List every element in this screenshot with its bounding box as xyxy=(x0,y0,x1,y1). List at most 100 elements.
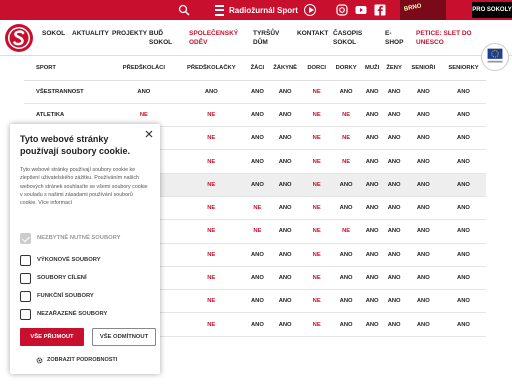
availability-cell: ANO xyxy=(267,149,303,174)
availability-cell: NE xyxy=(175,196,248,221)
availability-cell: ANO xyxy=(405,103,441,128)
availability-cell: ANO xyxy=(330,80,362,104)
gear-icon xyxy=(36,357,43,363)
cookie-option-necessary: NEZBYTNĚ NUTNÉ SOUBORY xyxy=(20,232,121,244)
checkbox[interactable] xyxy=(20,254,31,266)
slet-banner[interactable]: BRNO xyxy=(400,0,446,20)
availability-cell: NE xyxy=(302,173,331,197)
availability-cell: NE xyxy=(247,219,268,244)
availability-cell: NE xyxy=(330,219,362,244)
availability-cell: ANO xyxy=(405,243,441,267)
availability-cell: ANO xyxy=(440,266,486,291)
availability-cell: ANO xyxy=(247,312,268,337)
availability-cell: ANO xyxy=(382,149,406,174)
availability-cell: ANO xyxy=(267,266,303,291)
availability-cell: ANO xyxy=(247,80,268,104)
sport-name-cell: VŠESTRANNOST xyxy=(24,80,113,104)
availability-cell: NE xyxy=(302,312,331,337)
cookie-option-targeting[interactable]: SOUBORY CÍLENÍ xyxy=(20,272,87,284)
nav-item-kontakt[interactable]: KONTAKT xyxy=(297,29,328,38)
decline-all-button[interactable]: VŠE ODMÍTNOUT xyxy=(92,328,156,346)
availability-cell: NE xyxy=(330,149,362,174)
sokol-logo[interactable] xyxy=(4,23,34,53)
nav-item-projekty[interactable]: PROJEKTY xyxy=(112,29,147,38)
cookie-option-unclassified[interactable]: NEZAŘAZENÉ SOUBORY xyxy=(20,308,107,320)
availability-cell: ANO xyxy=(267,80,303,104)
availability-cell: NE xyxy=(302,219,331,244)
availability-cell: ANO xyxy=(405,289,441,314)
availability-cell: ANO xyxy=(175,80,248,104)
availability-cell: NE xyxy=(302,243,331,267)
availability-cell: ANO xyxy=(330,173,362,197)
availability-cell: ANO xyxy=(330,312,362,337)
column-header: MUŽI xyxy=(361,56,383,81)
column-header: ŽENY xyxy=(382,56,406,81)
nav-item-casopis-sokol[interactable]: ČASOPIS SOKOL xyxy=(333,29,362,47)
availability-cell: ANO xyxy=(112,80,176,104)
availability-cell: ANO xyxy=(247,243,268,267)
availability-cell: ANO xyxy=(440,126,486,151)
availability-cell: NE xyxy=(175,126,248,151)
availability-cell: ANO xyxy=(247,173,268,197)
cookie-dialog: Tyto webové stránky používají soubory co… xyxy=(10,124,160,374)
availability-cell: ANO xyxy=(361,149,383,174)
checkbox[interactable] xyxy=(20,308,31,320)
nav-item-tyrsuv-dum[interactable]: TYRŠŮV DŮM xyxy=(253,29,279,47)
show-details-link[interactable]: ZOBRAZIT PODROBNOSTI xyxy=(36,355,117,365)
availability-cell: ANO xyxy=(405,219,441,244)
cookie-option-performance[interactable]: VÝKONOVÉ SOUBORY xyxy=(20,254,101,266)
availability-cell: ANO xyxy=(267,243,303,267)
facebook-icon[interactable] xyxy=(374,4,386,16)
availability-cell: ANO xyxy=(405,196,441,221)
availability-cell: NE xyxy=(175,243,248,267)
availability-cell: NE xyxy=(175,149,248,174)
nav-item-aktuality[interactable]: AKTUALITY xyxy=(72,29,109,38)
availability-cell: ANO xyxy=(382,266,406,291)
availability-cell: ANO xyxy=(382,219,406,244)
column-header: DORCI xyxy=(302,56,331,81)
play-icon[interactable] xyxy=(303,4,316,16)
nav-item-spolecensky-odev[interactable]: SPOLEČENSKÝ ODĚV xyxy=(189,29,238,47)
youtube-icon[interactable] xyxy=(355,4,367,16)
nav-item-sokol[interactable]: SOKOL xyxy=(42,29,65,38)
cookie-description: Tyto webové stránky používají soubory co… xyxy=(20,167,148,207)
availability-cell: ANO xyxy=(405,173,441,197)
availability-cell: NE xyxy=(175,219,248,244)
availability-cell: NE xyxy=(175,173,248,197)
availability-cell: ANO xyxy=(247,103,268,128)
availability-cell: NE xyxy=(175,312,248,337)
nav-item-petice[interactable]: PETICE: SLET DO UNESCO xyxy=(416,29,472,47)
availability-cell: ANO xyxy=(405,312,441,337)
availability-cell: ANO xyxy=(405,149,441,174)
availability-cell: ANO xyxy=(361,103,383,128)
availability-cell: ANO xyxy=(361,219,383,244)
table-header-row: SPORT PŘEDŠKOLÁCI PŘEDŠKOLAČKY ŽÁCI ŽÁKYNĚ DO… xyxy=(24,56,486,81)
availability-cell: NE xyxy=(330,103,362,128)
availability-cell: ANO xyxy=(361,196,383,221)
search-icon[interactable] xyxy=(178,4,190,16)
column-header: ŽÁKYNĚ xyxy=(267,56,303,81)
radio-logo-icon xyxy=(215,4,224,16)
availability-cell: NE xyxy=(175,289,248,314)
availability-cell: ANO xyxy=(440,312,486,337)
availability-cell: ANO xyxy=(330,243,362,267)
availability-cell: ANO xyxy=(405,126,441,151)
availability-cell: ANO xyxy=(361,126,383,151)
nav-item-eshop[interactable]: E- SHOP xyxy=(385,29,403,47)
checkbox[interactable] xyxy=(20,272,31,284)
accept-all-button[interactable]: VŠE PŘIJMOUT xyxy=(20,328,84,346)
instagram-icon[interactable] xyxy=(336,4,348,16)
pro-sokoly-button[interactable]: PRO SOKOLY xyxy=(472,2,512,18)
column-header: DORKY xyxy=(330,56,362,81)
availability-cell: ANO xyxy=(382,173,406,197)
radio-player[interactable]: Radiožurnál Sport xyxy=(215,3,316,17)
cookie-title: Tyto webové stránky používají soubory co… xyxy=(20,134,131,156)
cookie-option-functional[interactable]: FUNKČNÍ SOUBORY xyxy=(20,290,94,302)
nav-item-bud-sokol[interactable]: BUĎ SOKOL xyxy=(149,29,172,47)
availability-cell: ANO xyxy=(382,103,406,128)
checkbox[interactable] xyxy=(20,290,31,302)
column-header: PŘEDŠKOLÁCI xyxy=(112,56,176,81)
availability-cell: ANO xyxy=(382,196,406,221)
column-header: PŘEDŠKOLAČKY xyxy=(175,56,248,81)
availability-cell: ANO xyxy=(382,126,406,151)
